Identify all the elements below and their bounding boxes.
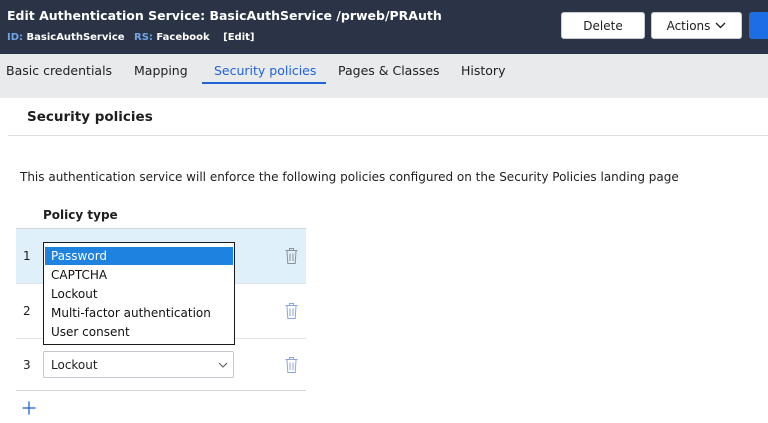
trash-icon[interactable] [285,303,298,319]
header-bar: Edit Authentication Service: BasicAuthSe… [0,0,768,54]
policy-type-select-value: Lockout [51,358,98,372]
tab-bar: Basic credentials Mapping Security polic… [0,54,768,88]
dropdown-option-multi-factor-authentication[interactable]: Multi-factor authentication [45,304,233,322]
primary-button[interactable] [749,12,768,39]
dropdown-option-captcha[interactable]: CAPTCHA [45,266,233,284]
dropdown-option-lockout[interactable]: Lockout [45,285,233,303]
tab-security-policies[interactable]: Security policies [214,63,316,78]
header-subtitle: ID: BasicAuthService RS: Facebook [Edit] [7,32,255,43]
id-label: ID: [7,32,24,43]
tab-mapping[interactable]: Mapping [134,63,188,78]
policy-type-select[interactable]: Lockout [43,351,234,378]
trash-icon[interactable] [285,248,298,264]
panel-title: Security policies [27,109,153,125]
row-number: 3 [23,358,31,372]
tab-basic-credentials[interactable]: Basic credentials [6,63,112,78]
active-tab-indicator [202,82,326,84]
row-number: 1 [23,249,31,263]
actions-button-label: Actions [666,18,711,33]
panel-description: This authentication service will enforce… [20,170,679,184]
column-header-policy-type: Policy type [43,208,118,222]
policy-type-dropdown[interactable]: Password CAPTCHA Lockout Multi-factor au… [43,242,235,345]
id-value: BasicAuthService [26,32,125,43]
panel-divider [8,135,768,136]
delete-button-label: Delete [583,18,623,33]
rs-label: RS: [134,32,153,43]
dropdown-option-user-consent[interactable]: User consent [45,323,233,341]
page-title: Edit Authentication Service: BasicAuthSe… [7,8,442,23]
tab-pages-and-classes[interactable]: Pages & Classes [338,63,440,78]
actions-button[interactable]: Actions [651,12,742,39]
rs-value: Facebook [156,32,210,43]
plus-icon[interactable] [22,401,36,415]
tab-history[interactable]: History [461,63,505,78]
delete-button[interactable]: Delete [561,12,645,39]
edit-link[interactable]: [Edit] [223,32,254,43]
chevron-down-icon [715,22,726,29]
trash-icon[interactable] [285,357,298,373]
chevron-down-icon [218,362,228,368]
dropdown-option-password[interactable]: Password [45,247,233,265]
panel-gutter [0,88,768,98]
row-number: 2 [23,304,31,318]
